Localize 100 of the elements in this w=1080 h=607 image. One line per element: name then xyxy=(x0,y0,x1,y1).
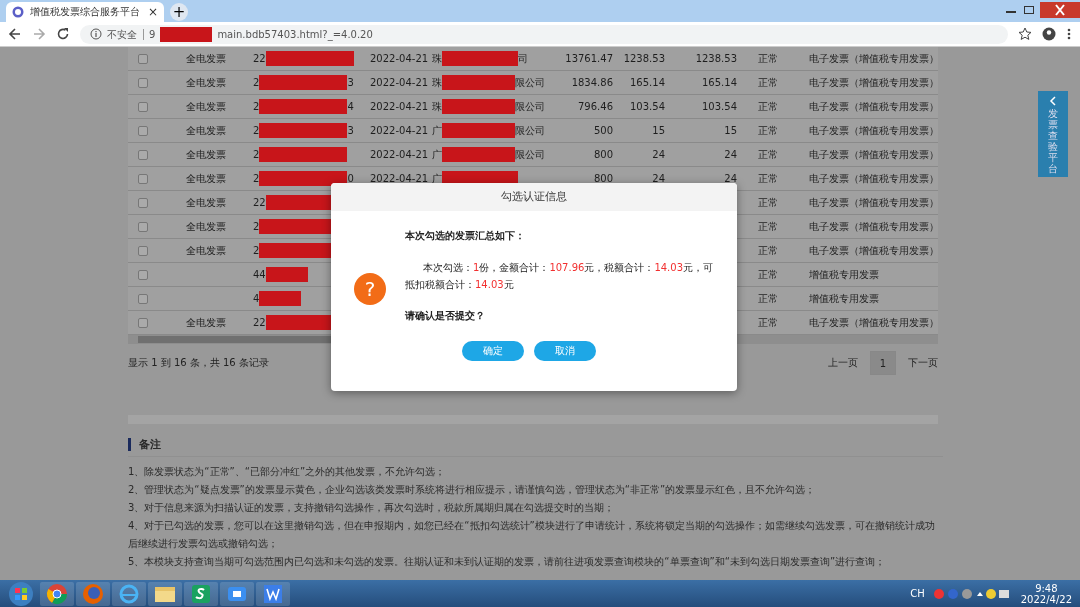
table-cell: 24 xyxy=(724,173,737,184)
page-button[interactable]: 1 xyxy=(870,351,896,375)
code-start: 2 xyxy=(253,125,260,136)
redaction-block xyxy=(160,26,213,42)
security-label: 不安全 xyxy=(107,28,144,40)
table-cell: 全电发票 xyxy=(185,219,226,234)
summary-text: 本次勾选：1份，金额合计：107.96元，税额合计：14.03元，可抵扣税额合计：14.03元 xyxy=(405,261,714,292)
row-checkbox[interactable] xyxy=(138,173,148,184)
browser-tab[interactable]: 增值税发票综合服务平台 × xyxy=(6,2,164,22)
table-cell: 正常 xyxy=(758,99,778,114)
row-checkbox[interactable] xyxy=(138,317,148,328)
table-cell: 2022-04-21 xyxy=(370,173,429,184)
table-cell: 电子发票（增值税专用发票） xyxy=(809,219,939,234)
browser-icon[interactable] xyxy=(112,581,146,606)
table-cell: 正常 xyxy=(758,75,778,90)
tab-title: 增值税发票综合服务平台 xyxy=(30,5,141,19)
address-field[interactable]: 不安全 9 main.bdb57403.html?_=4.0.20 xyxy=(80,24,1008,44)
seller-start: 广 xyxy=(432,123,442,138)
table-cell: 增值税专用发票 xyxy=(809,291,879,306)
new-tab-button[interactable]: + xyxy=(170,3,188,21)
reload-icon[interactable] xyxy=(56,27,70,41)
table-cell: 796.46 xyxy=(578,101,613,112)
back-icon[interactable] xyxy=(8,27,22,41)
table-cell: 正常 xyxy=(758,219,778,234)
row-checkbox[interactable] xyxy=(138,125,148,136)
maximize-icon[interactable] xyxy=(1022,5,1036,15)
table-cell: 正常 xyxy=(758,195,778,210)
code-start: 2 xyxy=(253,101,260,112)
table-cell: 正常 xyxy=(758,123,778,138)
code-start: 2 xyxy=(253,221,260,232)
table-cell: 2022-04-21 xyxy=(370,125,429,136)
spreadsheet-app-icon[interactable] xyxy=(184,581,218,606)
table-cell: 2022-04-21 xyxy=(370,77,429,88)
close-icon[interactable] xyxy=(1040,2,1080,18)
forward-icon[interactable] xyxy=(32,27,46,41)
language-indicator[interactable]: CH xyxy=(910,588,925,599)
table-cell: 15 xyxy=(724,125,737,136)
note-text: 4、对于已勾选的发票，您可以在这里撤销勾选，但在申报期内，如您已经在“抵扣勾选统计”模块进行了申请统计，系统将锁定当期的勾选操作；如需继续勾选发票，可在撤销统计成功后继续进行发票勾选或撤销勾选； xyxy=(128,519,936,551)
info-icon xyxy=(90,28,102,40)
table-cell: 电子发票（增值税专用发票） xyxy=(809,147,939,162)
row-checkbox[interactable] xyxy=(138,221,148,232)
record-summary: 显示 1 到 16 条，共 16 条记录 xyxy=(128,356,269,370)
clock[interactable]: 9:48 2022/4/22 xyxy=(1020,582,1072,605)
code-start: 22 xyxy=(253,53,266,64)
table-cell: 2022-04-21 xyxy=(370,149,429,160)
row-checkbox[interactable] xyxy=(138,77,148,88)
table-cell: 全电发票 xyxy=(185,147,226,162)
seller-start: 广 xyxy=(432,171,442,186)
table-cell: 800 xyxy=(593,149,613,160)
table-cell: 全电发票 xyxy=(185,195,226,210)
account-icon[interactable] xyxy=(1042,27,1056,41)
code-start: 2 xyxy=(253,77,260,88)
code-end: 0 xyxy=(347,173,354,184)
star-icon[interactable] xyxy=(1018,27,1032,41)
word-app-icon[interactable] xyxy=(256,581,290,606)
redaction-block xyxy=(259,291,302,306)
code-start: 2 xyxy=(253,245,260,256)
more-icon[interactable] xyxy=(1066,27,1072,41)
seller-end: 限公司 xyxy=(515,123,545,138)
seller-end: 司 xyxy=(518,51,528,66)
row-checkbox[interactable] xyxy=(138,245,148,256)
table-cell: 正常 xyxy=(758,243,778,258)
note-text: 1、除发票状态为“正常”、“已部分冲红”之外的其他发票，不允许勾选； xyxy=(128,465,447,479)
note-text: 5、本模块支持查询当期可勾选范围内已勾选和未勾选的发票。往期认证和未到认证期的发票，请前往进项发票查询模块的“单票查询”和“未到勾选日期发票查询”进行查询； xyxy=(128,555,887,569)
table-cell: 正常 xyxy=(758,315,778,330)
code-start: 2 xyxy=(253,149,260,160)
table-cell: 165.14 xyxy=(630,77,665,88)
chrome-icon[interactable] xyxy=(40,581,74,606)
row-checkbox[interactable] xyxy=(138,101,148,112)
next-page-link[interactable]: 下一页 xyxy=(908,356,938,370)
url-start: 9 xyxy=(149,28,156,40)
row-checkbox[interactable] xyxy=(138,197,148,208)
code-end: 3 xyxy=(347,125,354,136)
table-cell: 电子发票（增值税专用发票） xyxy=(809,99,939,114)
row-checkbox[interactable] xyxy=(138,293,148,304)
close-tab-button[interactable]: × xyxy=(147,5,158,19)
url-text: main.bdb57403.html?_=4.0.20 xyxy=(217,28,373,40)
side-tab[interactable]: 发票查验平台 xyxy=(1038,91,1068,177)
folder-icon[interactable] xyxy=(148,581,182,606)
table-cell: 电子发票（增值税专用发票） xyxy=(809,315,939,330)
prev-page-link[interactable]: 上一页 xyxy=(828,356,858,370)
globe-icon xyxy=(12,6,24,18)
table-cell: 电子发票（增值税专用发票） xyxy=(809,75,939,90)
app-icon[interactable] xyxy=(220,581,254,606)
table-cell: 正常 xyxy=(758,51,778,66)
row-checkbox[interactable] xyxy=(138,269,148,280)
row-checkbox[interactable] xyxy=(138,53,148,64)
table-cell: 165.14 xyxy=(702,77,737,88)
seller-start: 广 xyxy=(432,147,442,162)
table-cell: 1238.53 xyxy=(623,53,665,64)
table-cell: 103.54 xyxy=(702,101,737,112)
seller-end: 限公司 xyxy=(515,75,545,90)
table-cell: 电子发票（增值税专用发票） xyxy=(809,243,939,258)
table-cell: 800 xyxy=(593,173,613,184)
table-cell: 500 xyxy=(593,125,613,136)
code-start: 44 xyxy=(253,269,266,280)
table-cell: 全电发票 xyxy=(185,123,226,138)
table-cell: 正常 xyxy=(758,291,778,306)
table-cell: 13761.47 xyxy=(565,53,613,64)
row-checkbox[interactable] xyxy=(138,149,148,160)
